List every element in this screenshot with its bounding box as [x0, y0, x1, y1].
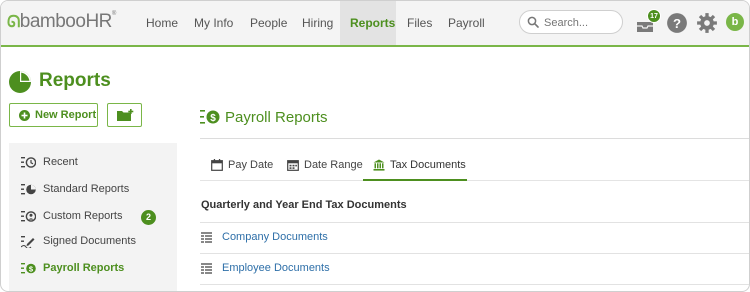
folder-plus-icon [117, 109, 134, 121]
logo-leaf-icon: ᘏ [7, 14, 20, 31]
sidebar-item-label: Signed Documents [43, 235, 136, 247]
new-report-label: New Report [35, 109, 97, 121]
custom-reports-count-badge: 2 [141, 210, 156, 225]
company-documents-link[interactable]: Company Documents [222, 231, 328, 243]
sidebar-item-label: Payroll Reports [43, 262, 125, 274]
bamboohr-logo[interactable]: ᘏbambooHR® [7, 11, 116, 33]
payroll-reports-icon: $ [21, 263, 36, 274]
employee-documents-link[interactable]: Employee Documents [222, 262, 330, 274]
inbox-count-badge: 17 [647, 9, 661, 23]
payroll-reports-icon: $ [200, 110, 220, 124]
nav-reports[interactable]: Reports [340, 1, 396, 45]
reports-pie-chart-icon [9, 71, 31, 93]
search-input[interactable] [544, 14, 618, 31]
building-icon [373, 159, 385, 171]
section-title: Payroll Reports [225, 109, 328, 126]
table-grid-icon [201, 263, 212, 274]
document-row-company: Company Documents [200, 223, 749, 253]
tax-documents-heading: Quarterly and Year End Tax Documents [201, 199, 407, 211]
svg-text:$: $ [210, 113, 216, 124]
plus-circle-icon [19, 110, 30, 121]
date-range-icon [287, 160, 299, 171]
search-icon [527, 16, 539, 28]
tab-label: Tax Documents [390, 159, 466, 171]
settings-gear-icon[interactable] [696, 12, 718, 34]
nav-files[interactable]: Files [397, 1, 442, 45]
document-row-employee: Employee Documents [200, 254, 749, 284]
sidebar-item-label: Recent [43, 156, 78, 168]
help-icon[interactable]: ? [666, 12, 688, 34]
active-tab-indicator [363, 179, 467, 181]
nav-home[interactable]: Home [136, 1, 188, 45]
nav-my-info[interactable]: My Info [184, 1, 243, 45]
sidebar-item-label: Standard Reports [43, 183, 130, 195]
nav-payroll[interactable]: Payroll [438, 1, 495, 45]
nav-hiring[interactable]: Hiring [292, 1, 343, 45]
app-window: ᘏbambooHR® Home My Info People Hiring Re… [0, 0, 750, 292]
recent-icon [21, 157, 36, 168]
sidebar-item-label: Custom Reports [43, 210, 123, 222]
tabs-divider [200, 180, 749, 181]
custom-reports-icon [21, 211, 36, 222]
new-folder-button[interactable] [107, 103, 142, 127]
new-report-button[interactable]: New Report [9, 103, 98, 127]
search-box[interactable] [519, 10, 623, 34]
tab-label: Pay Date [228, 159, 274, 171]
standard-reports-icon [21, 184, 36, 195]
nav-people[interactable]: People [240, 1, 297, 45]
svg-text:?: ? [673, 16, 681, 31]
divider [200, 284, 749, 285]
calendar-icon [211, 159, 223, 171]
tab-label: Date Range [304, 159, 363, 171]
divider [200, 138, 749, 139]
page-title: Reports [39, 70, 111, 91]
top-nav: ᘏbambooHR® Home My Info People Hiring Re… [1, 1, 749, 47]
signed-documents-icon [21, 236, 35, 248]
user-avatar[interactable]: b [726, 13, 744, 31]
table-grid-icon [201, 232, 212, 243]
